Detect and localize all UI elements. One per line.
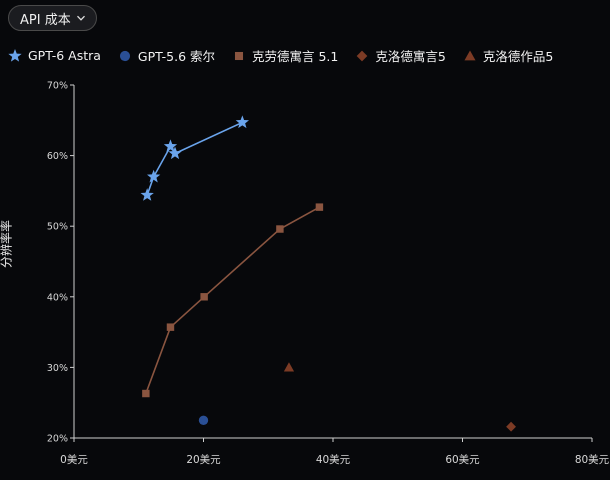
- x-tick-label: 20美元: [186, 453, 221, 466]
- y-axis-label: 分辨率率: [0, 219, 14, 268]
- x-tick-label: 0美元: [60, 453, 88, 466]
- data-point: [166, 323, 175, 331]
- data-point: [198, 415, 209, 426]
- series-5: [283, 362, 295, 372]
- data-point: [140, 188, 154, 201]
- y-tick-label: 40%: [47, 292, 68, 303]
- y-tick-label: 70%: [47, 81, 68, 92]
- data-point: [315, 203, 324, 211]
- data-point: [142, 389, 150, 398]
- series-line: [145, 206, 320, 394]
- series-gpt-5-6: [198, 415, 209, 426]
- x-tick-label: 60美元: [445, 453, 480, 466]
- data-point: [283, 362, 295, 372]
- data-point: [276, 225, 284, 233]
- data-point: [200, 293, 208, 301]
- series-line: [146, 121, 243, 196]
- series-5: [506, 421, 516, 432]
- series-5-1: [142, 203, 324, 398]
- x-tick-label: 40美元: [316, 453, 351, 466]
- data-point: [235, 115, 250, 129]
- chart-plot: 20% 30% 40% 50% 60% 70% 0美元 20美元 40美元 60美元 80美元: [47, 81, 610, 467]
- data-point: [146, 169, 161, 183]
- y-tick-label: 50%: [47, 222, 68, 233]
- y-tick-label: 60%: [47, 151, 68, 162]
- series-gpt-6-astra: [140, 115, 250, 201]
- x-tick-label: 80美元: [575, 453, 610, 466]
- y-tick-label: 20%: [47, 434, 68, 445]
- data-point: [506, 421, 516, 432]
- y-tick-label: 30%: [47, 363, 68, 374]
